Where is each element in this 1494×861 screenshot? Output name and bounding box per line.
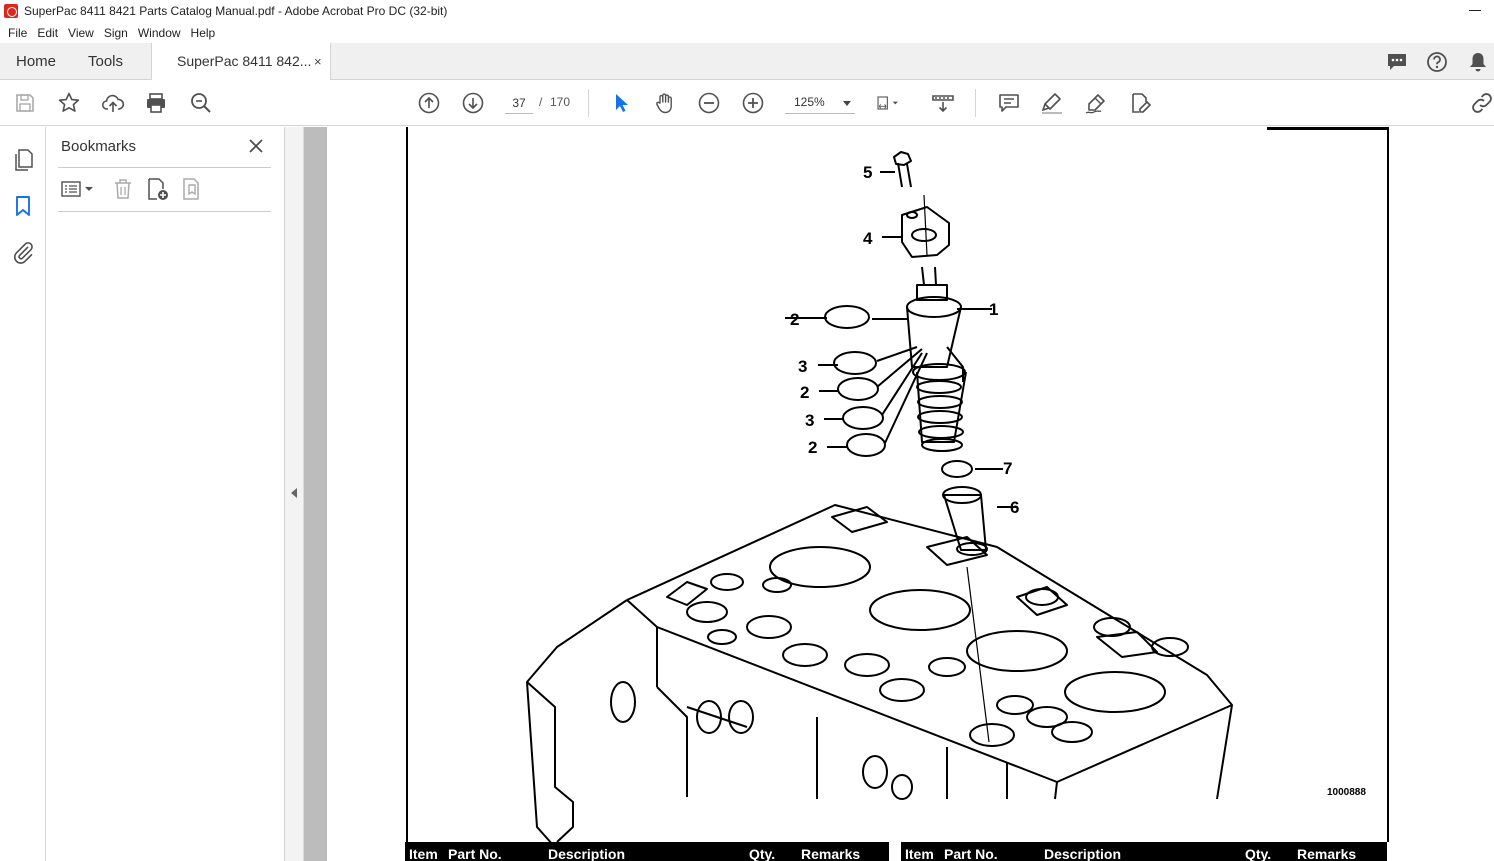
window-title: SuperPac 8411 8421 Parts Catalog Manual.… xyxy=(24,4,448,18)
table-header-part-no: Part No. xyxy=(448,846,502,861)
chevron-left-icon xyxy=(291,488,297,498)
upload-cloud-icon[interactable] xyxy=(101,91,125,115)
table-header-remarks: Remarks xyxy=(801,846,860,861)
callout-label: 1 xyxy=(989,300,998,319)
fit-page-icon[interactable] xyxy=(876,91,912,115)
document-gutter xyxy=(304,127,327,861)
attachments-paperclip-icon[interactable] xyxy=(11,240,35,264)
close-icon[interactable] xyxy=(246,136,266,156)
zoom-level-dropdown[interactable]: 125% xyxy=(785,92,855,114)
zoom-level-value: 125% xyxy=(794,95,825,109)
print-icon[interactable] xyxy=(144,91,168,115)
table-header-qty: Qty. xyxy=(749,846,775,861)
highlight-pen-icon[interactable] xyxy=(1040,91,1064,115)
minimize-button[interactable] xyxy=(1468,3,1482,17)
tab-document-label: SuperPac 8411 842... xyxy=(177,53,312,69)
tab-home[interactable]: Home xyxy=(16,43,56,80)
select-cursor-icon[interactable] xyxy=(609,91,633,115)
toolbar-divider xyxy=(975,89,976,117)
callout-label: 6 xyxy=(1010,498,1019,517)
fill-sign-icon[interactable] xyxy=(1128,91,1152,115)
comment-icon[interactable] xyxy=(997,91,1021,115)
panel-collapse-handle[interactable] xyxy=(285,127,304,861)
callout-label: 5 xyxy=(863,163,872,182)
bookmarks-panel: Bookmarks xyxy=(46,127,285,861)
next-page-icon[interactable] xyxy=(461,91,485,115)
help-icon[interactable] xyxy=(1426,51,1448,73)
tab-tools[interactable]: Tools xyxy=(88,43,123,80)
table-header-description: Description xyxy=(1044,846,1121,861)
new-bookmark-icon[interactable] xyxy=(145,177,169,201)
menu-file[interactable]: File xyxy=(3,26,32,40)
title-bar: SuperPac 8411 8421 Parts Catalog Manual.… xyxy=(0,0,1494,22)
panel-divider xyxy=(58,211,271,212)
page-total: 170 xyxy=(550,95,571,109)
figure-number: 1000888 xyxy=(1327,787,1366,798)
page-separator: / xyxy=(539,95,543,109)
bookmark-options-icon[interactable] xyxy=(60,177,96,201)
table-header-description: Description xyxy=(548,846,625,861)
zoom-out-icon[interactable] xyxy=(697,91,721,115)
menu-sign[interactable]: Sign xyxy=(99,26,133,40)
callout-label: 4 xyxy=(863,229,873,248)
callout-label: 2 xyxy=(800,383,809,402)
menu-view[interactable]: View xyxy=(63,26,99,40)
main-toolbar: 37 / 170 125% xyxy=(0,80,1494,126)
menu-bar: File Edit View Sign Window Help xyxy=(0,22,1494,43)
chevron-down-icon xyxy=(843,101,851,106)
draw-sign-icon[interactable] xyxy=(1084,91,1108,115)
bookmarks-panel-icon[interactable] xyxy=(11,194,35,218)
menu-window[interactable]: Window xyxy=(133,26,186,40)
acrobat-app-icon xyxy=(4,4,18,18)
bookmark-star-icon[interactable] xyxy=(57,91,81,115)
page-thumbnails-icon[interactable] xyxy=(11,148,35,172)
toolbar-divider xyxy=(588,89,589,117)
table-header-qty: Qty. xyxy=(1245,846,1271,861)
parts-exploded-diagram: 5 4 1 2 3 2 3 2 7 6 1000888 Item Part No… xyxy=(405,127,1389,861)
page-number-input[interactable]: 37 xyxy=(505,92,533,114)
menu-help[interactable]: Help xyxy=(186,26,221,40)
callout-label: 2 xyxy=(790,310,799,329)
callout-label: 3 xyxy=(798,357,807,376)
tab-document[interactable]: SuperPac 8411 842... × xyxy=(151,43,331,81)
hand-tool-icon[interactable] xyxy=(653,91,677,115)
tab-close-icon[interactable]: × xyxy=(314,43,322,80)
table-header-remarks: Remarks xyxy=(1297,846,1356,861)
notification-bell-icon[interactable] xyxy=(1467,51,1489,73)
menu-edit[interactable]: Edit xyxy=(32,26,63,40)
panel-divider xyxy=(58,167,271,168)
table-header-item: Item xyxy=(409,846,438,861)
search-zoom-icon[interactable] xyxy=(189,91,213,115)
comment-bubble-icon[interactable] xyxy=(1386,51,1408,73)
delete-bookmark-icon[interactable] xyxy=(111,177,135,201)
zoom-in-icon[interactable] xyxy=(741,91,765,115)
table-header-part-no: Part No. xyxy=(944,846,998,861)
left-navigation-rail xyxy=(0,127,46,861)
callout-label: 2 xyxy=(808,438,817,457)
callout-label: 3 xyxy=(805,411,814,430)
document-page: 5 4 1 2 3 2 3 2 7 6 1000888 Item Part No… xyxy=(327,127,1494,861)
table-header-item: Item xyxy=(905,846,934,861)
tab-bar: Home Tools SuperPac 8411 842... × xyxy=(0,43,1494,81)
bookmark-properties-icon[interactable] xyxy=(180,177,204,201)
bookmarks-title: Bookmarks xyxy=(61,138,137,155)
previous-page-icon[interactable] xyxy=(417,91,441,115)
callout-label: 7 xyxy=(1003,459,1012,478)
save-icon[interactable] xyxy=(13,91,37,115)
scroll-mode-icon[interactable] xyxy=(931,91,955,115)
share-link-icon[interactable] xyxy=(1470,91,1494,115)
